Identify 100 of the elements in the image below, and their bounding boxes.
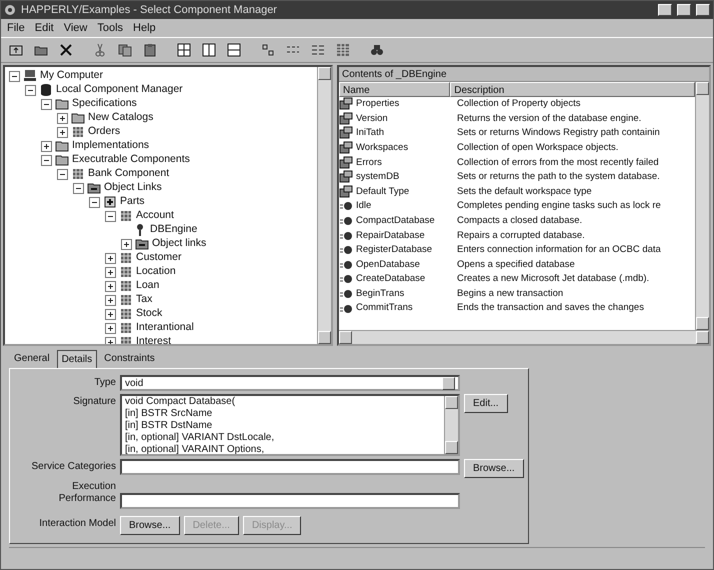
folder-icon bbox=[71, 111, 85, 125]
expand-toggle[interactable] bbox=[41, 140, 52, 152]
member-name[interactable]: CreateDatabase bbox=[356, 272, 426, 287]
member-name[interactable]: CommitTrans bbox=[356, 301, 413, 316]
member-description: Completes pending engine tasks such as lock re bbox=[457, 199, 661, 214]
column-header[interactable]: Name bbox=[339, 82, 450, 97]
member-description: Enters connection information for an OCBC data bbox=[457, 243, 661, 258]
folder-icon bbox=[55, 153, 69, 167]
tree-item[interactable]: Executrable Components bbox=[72, 152, 190, 168]
expand-toggle[interactable] bbox=[105, 252, 116, 264]
member-description: Repairs a corrupted database. bbox=[457, 228, 585, 243]
expand-toggle[interactable] bbox=[57, 126, 68, 138]
expand-toggle[interactable] bbox=[121, 238, 132, 250]
field-label: Signature bbox=[72, 395, 116, 409]
signature-list[interactable]: void Compact Database( [in] BSTR SrcName [in] BSTR DstName [in, optional] VARIANT DstLocale, [in, optional] VARAINT Options, bbox=[120, 394, 460, 456]
property-icon bbox=[339, 112, 353, 126]
vertical-scrollbar[interactable] bbox=[317, 67, 331, 344]
tree-item[interactable]: Object links bbox=[152, 236, 206, 252]
field-label: Execution bbox=[71, 481, 116, 493]
collapse-toggle[interactable] bbox=[105, 210, 116, 222]
field-label: Interaction Model bbox=[38, 517, 116, 531]
tree-item[interactable]: Interantional bbox=[136, 320, 194, 336]
member-name[interactable]: BeginTrans bbox=[356, 286, 404, 302]
tree-item[interactable]: Specifications bbox=[72, 96, 137, 112]
tab[interactable]: General bbox=[9, 349, 55, 368]
component-icon bbox=[71, 125, 85, 139]
menu-item[interactable]: File bbox=[7, 20, 25, 36]
expand-toggle[interactable] bbox=[105, 266, 116, 278]
signature-line: [in] BSTR DstName bbox=[125, 420, 214, 432]
tree-item[interactable]: Tax bbox=[136, 292, 152, 308]
member-name[interactable]: Workspaces bbox=[356, 140, 408, 156]
vertical-scrollbar[interactable] bbox=[444, 396, 458, 454]
collapse-toggle[interactable] bbox=[73, 182, 84, 194]
member-name[interactable]: RepairDatabase bbox=[356, 228, 425, 243]
collapse-toggle[interactable] bbox=[41, 154, 52, 166]
tree-item[interactable]: Account bbox=[136, 208, 174, 224]
panel-title: Contents of _DBEngine bbox=[339, 67, 709, 82]
folder-icon bbox=[55, 97, 69, 111]
tree-item[interactable]: Interest bbox=[136, 334, 172, 344]
member-description: Begins a new transaction bbox=[457, 286, 564, 301]
member-name[interactable]: CompactDatabase bbox=[356, 214, 435, 228]
vertical-scrollbar[interactable] bbox=[695, 82, 709, 330]
member-name[interactable]: RegisterDatabase bbox=[356, 243, 432, 258]
service-categories-field[interactable] bbox=[120, 459, 460, 475]
member-name[interactable]: Version bbox=[356, 112, 388, 126]
collapse-toggle[interactable] bbox=[57, 168, 68, 180]
collapse-toggle[interactable] bbox=[41, 98, 52, 110]
member-description: Collection of errors from the most recently failed bbox=[457, 156, 659, 170]
interaction-button[interactable]: Browse... bbox=[120, 516, 180, 535]
member-name[interactable]: OpenDatabase bbox=[356, 258, 420, 272]
tree-item[interactable]: My Computer bbox=[40, 68, 104, 84]
component-icon bbox=[119, 209, 133, 223]
expand-toggle[interactable] bbox=[105, 322, 116, 334]
tree-item[interactable]: Bank Component bbox=[88, 166, 170, 182]
tree-item[interactable]: Customer bbox=[136, 250, 182, 266]
browse-button[interactable]: Browse... bbox=[464, 459, 524, 478]
menu-item[interactable]: Tools bbox=[97, 20, 124, 36]
tree-item[interactable]: Parts bbox=[120, 194, 145, 210]
collapse-toggle[interactable] bbox=[9, 70, 20, 82]
member-description: Returns the version of the database engine. bbox=[457, 112, 642, 126]
expand-toggle[interactable] bbox=[57, 112, 68, 124]
tree-item[interactable]: Local Component Manager bbox=[56, 82, 183, 98]
member-description: Collection of open Workspace objects. bbox=[457, 140, 618, 155]
tree-item[interactable]: Stock bbox=[136, 306, 162, 322]
edit-button[interactable]: Edit... bbox=[464, 394, 508, 413]
member-name[interactable]: Idle bbox=[356, 199, 372, 214]
menu-item[interactable]: Help bbox=[133, 20, 156, 36]
horizontal-scrollbar[interactable] bbox=[339, 330, 709, 344]
member-description: Collection of Property objects bbox=[457, 97, 581, 112]
tree-item[interactable]: Location bbox=[136, 264, 176, 280]
expand-toggle[interactable] bbox=[105, 308, 116, 320]
expand-toggle[interactable] bbox=[105, 280, 116, 292]
tree-item[interactable]: Orders bbox=[88, 124, 120, 140]
app-icon bbox=[4, 4, 16, 16]
menu-item[interactable]: Edit bbox=[34, 20, 54, 36]
property-icon bbox=[339, 156, 353, 170]
member-name[interactable]: Properties bbox=[356, 97, 400, 112]
tree-item[interactable]: Implementations bbox=[72, 138, 150, 154]
menu-item[interactable]: View bbox=[64, 20, 88, 36]
tree-item[interactable]: Loan bbox=[136, 278, 160, 294]
expand-toggle[interactable] bbox=[105, 294, 116, 306]
tree-item[interactable]: New Catalogs bbox=[88, 110, 154, 126]
property-icon bbox=[339, 97, 353, 112]
column-header[interactable]: Description bbox=[450, 82, 695, 97]
collapse-toggle[interactable] bbox=[25, 84, 36, 96]
tab[interactable]: Constraints bbox=[99, 349, 160, 368]
tree-item[interactable]: DBEngine bbox=[150, 222, 198, 238]
performance-field[interactable] bbox=[120, 493, 460, 509]
member-name[interactable]: Default Type bbox=[356, 184, 410, 199]
property-icon bbox=[339, 184, 353, 199]
member-name[interactable]: IniTath bbox=[356, 126, 384, 141]
component-icon bbox=[119, 307, 133, 321]
member-description: Sets or returns Windows Registry path containin bbox=[457, 126, 660, 140]
member-name[interactable]: Errors bbox=[356, 156, 382, 170]
tree-item[interactable]: Object Links bbox=[104, 180, 162, 196]
type-dropdown[interactable]: void bbox=[120, 375, 460, 391]
collapse-toggle[interactable] bbox=[89, 196, 100, 208]
member-name[interactable]: systemDB bbox=[356, 170, 400, 184]
tab[interactable]: Details bbox=[56, 350, 98, 368]
signature-line: [in, optional] VARAINT Options, bbox=[125, 444, 266, 454]
